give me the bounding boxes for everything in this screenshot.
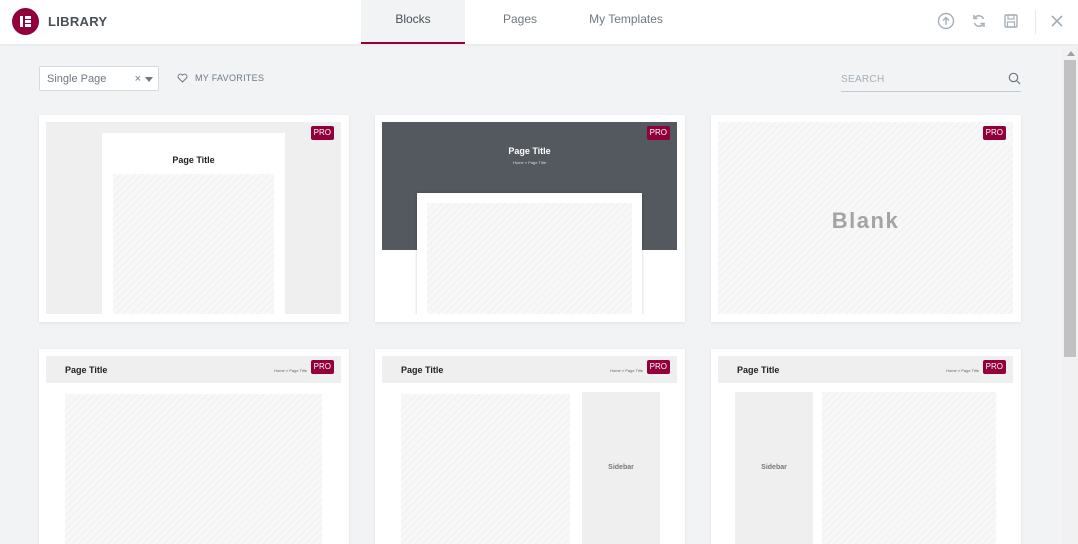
template-thumbnail: Page Title Home » Page Title PRO <box>46 356 341 544</box>
preview-content <box>113 174 274 314</box>
chevron-down-icon[interactable] <box>145 77 153 82</box>
clear-filter-icon[interactable]: × <box>135 73 141 85</box>
scrollbar-thumb[interactable] <box>1064 60 1076 357</box>
preview-breadcrumb: Home » Page Title <box>610 368 643 373</box>
pro-badge: PRO <box>310 126 334 140</box>
preview-sidebar: Sidebar <box>582 392 660 544</box>
preview-header-bar: Page Title Home » Page Title PRO <box>382 356 677 383</box>
save-icon[interactable] <box>1001 11 1021 31</box>
preview-page-title: Page Title <box>172 155 215 165</box>
page-preview: Page Title <box>102 133 285 314</box>
upload-icon[interactable] <box>936 11 956 31</box>
tab-blocks[interactable]: Blocks <box>361 0 465 44</box>
preview-page-title: Page Title <box>65 365 108 375</box>
pro-badge: PRO <box>310 360 334 374</box>
page-type-select[interactable]: Single Page × <box>39 66 159 91</box>
heart-icon <box>177 73 188 83</box>
preview-content <box>822 392 996 544</box>
header-divider <box>1035 10 1036 34</box>
preview-breadcrumb: Home » Page Title <box>513 160 546 165</box>
template-thumbnail: Blank PRO <box>718 122 1013 314</box>
template-thumbnail: Page Title Home » Page Title PRO <box>382 122 677 314</box>
tab-pages[interactable]: Pages <box>480 0 560 44</box>
scroll-up-icon[interactable] <box>1067 51 1075 56</box>
pro-badge: PRO <box>646 126 670 140</box>
template-thumbnail: Page Title PRO <box>46 122 341 314</box>
preview-header-bar: Page Title Home » Page Title PRO <box>718 356 1013 383</box>
preview-header-bar: Page Title Home » Page Title PRO <box>46 356 341 383</box>
favorites-label: MY FAVORITES <box>195 73 265 83</box>
preview-content <box>427 203 632 314</box>
template-card[interactable]: Page Title PRO <box>39 115 349 322</box>
preview-content <box>65 394 322 544</box>
template-card[interactable]: Page Title Home » Page Title PRO <box>375 115 685 322</box>
sidebar-label: Sidebar <box>761 464 787 471</box>
library-title: LIBRARY <box>48 14 108 29</box>
search-input[interactable] <box>841 70 1001 88</box>
pro-badge: PRO <box>982 126 1006 140</box>
preview-page-title: Page Title <box>401 365 444 375</box>
sync-icon[interactable] <box>969 11 989 31</box>
template-card[interactable]: Page Title Home » Page Title PRO <box>39 349 349 544</box>
page-preview <box>417 193 642 314</box>
search-icon[interactable] <box>1008 72 1021 85</box>
template-thumbnail: Page Title Home » Page Title PRO Sidebar <box>382 356 677 544</box>
page-type-value: Single Page <box>47 73 107 85</box>
close-icon[interactable] <box>1047 11 1067 31</box>
preview-page-title: Page Title <box>737 365 780 375</box>
preview-sidebar: Sidebar <box>735 392 813 544</box>
elementor-logo-icon <box>12 8 39 35</box>
template-card[interactable]: Page Title Home » Page Title PRO Sidebar <box>711 349 1021 544</box>
template-card[interactable]: Page Title Home » Page Title PRO Sidebar <box>375 349 685 544</box>
preview-breadcrumb: Home » Page Title <box>946 368 979 373</box>
tab-my-templates[interactable]: My Templates <box>576 0 676 44</box>
preview-page-title: Page Title <box>508 146 551 156</box>
blank-label: Blank <box>831 208 900 233</box>
template-card[interactable]: Blank PRO <box>711 115 1021 322</box>
preview-breadcrumb: Home » Page Title <box>274 368 307 373</box>
my-favorites-filter[interactable]: MY FAVORITES <box>177 73 264 83</box>
pro-badge: PRO <box>646 360 670 374</box>
pro-badge: PRO <box>982 360 1006 374</box>
search-box <box>841 66 1021 92</box>
sidebar-label: Sidebar <box>608 464 634 471</box>
library-header: LIBRARY Blocks Pages My Templates <box>0 0 1078 44</box>
preview-content <box>401 394 570 544</box>
template-thumbnail: Page Title Home » Page Title PRO Sidebar <box>718 356 1013 544</box>
